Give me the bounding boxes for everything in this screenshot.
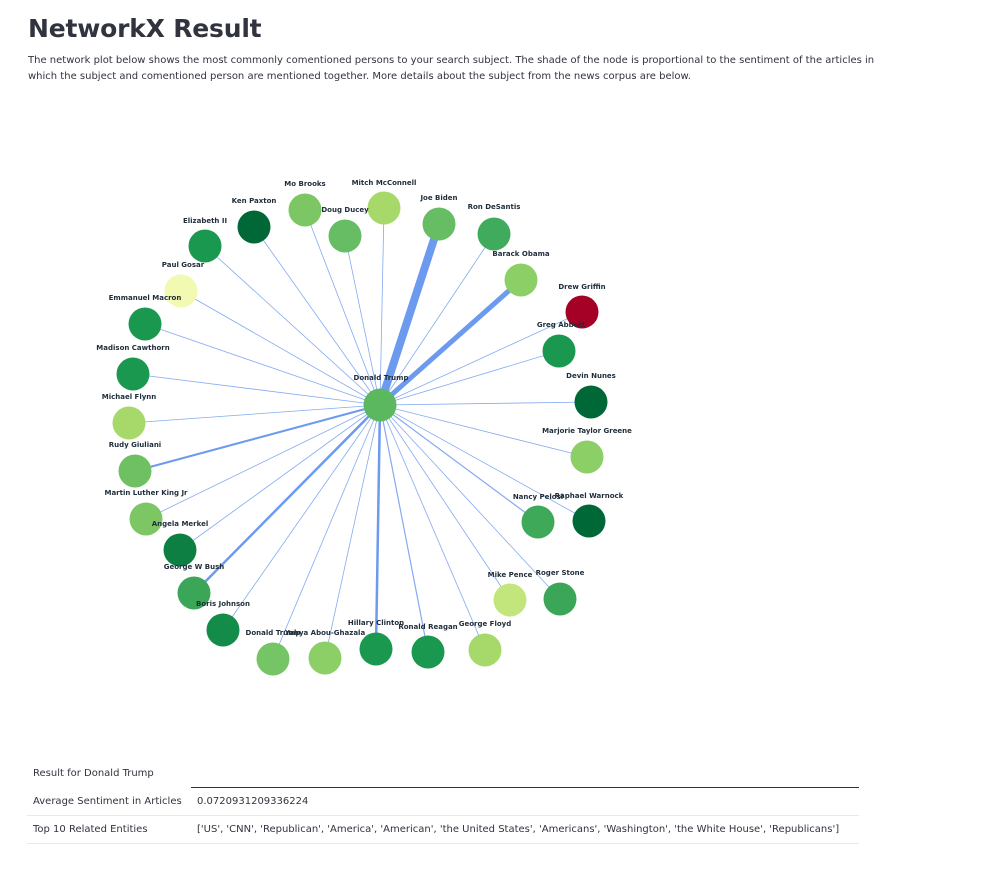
node-nancy-pelosi[interactable] (521, 505, 555, 539)
label-nancy-pelosi: Nancy Pelosi (513, 493, 563, 501)
label-george-floyd: George Floyd (459, 620, 512, 628)
table-header-value (191, 760, 859, 788)
label-greg-abbott: Greg Abbott (537, 321, 586, 329)
node-joe-biden[interactable] (422, 207, 456, 241)
node-emmanuel-macron[interactable] (128, 307, 162, 341)
edge-angela-merkel (179, 404, 381, 551)
row-key-related-entities: Top 10 Related Entities (27, 815, 191, 844)
edge-devin-nunes (379, 401, 592, 406)
row-key-average-sentiment: Average Sentiment in Articles (27, 787, 191, 816)
node-barack-obama[interactable] (504, 263, 538, 297)
node-greg-abbott[interactable] (542, 334, 576, 368)
label-ron-desantis: Ron DeSantis (468, 203, 521, 211)
edge-nancy-pelosi (379, 404, 539, 523)
edge-rudy-giuliani (134, 404, 381, 472)
edge-roger-stone (379, 404, 561, 600)
row-value-average-sentiment: 0.0720931209336224 (191, 787, 859, 816)
table-row: Top 10 Related Entities ['US', 'CNN', 'R… (27, 815, 859, 844)
label-madison-cawthorn: Madison Cawthorn (96, 344, 169, 352)
node-rudy-giuliani[interactable] (118, 454, 152, 488)
node-martin-luther-king-jr[interactable] (129, 502, 163, 536)
node-madison-cawthorn[interactable] (116, 357, 150, 391)
node-center-donald-trump[interactable] (363, 388, 397, 422)
label-ken-paxton: Ken Paxton (232, 197, 277, 205)
node-hillary-clinton[interactable] (359, 632, 393, 666)
label-martin-luther-king-jr: Martin Luther King Jr (104, 489, 188, 497)
label-ronald-reagan: Ronald Reagan (398, 623, 457, 631)
row-value-related-entities: ['US', 'CNN', 'Republican', 'America', '… (191, 815, 859, 844)
label-elizabeth-ii: Elizabeth II (183, 217, 227, 225)
table-header-key: Result for Donald Trump (33, 768, 154, 780)
node-donald-trump[interactable] (256, 642, 290, 676)
label-doug-ducey: Doug Ducey (321, 206, 369, 214)
label-roger-stone: Roger Stone (536, 569, 585, 577)
node-george-floyd[interactable] (468, 633, 502, 667)
table-header-row: Result for Donald Trump (27, 760, 859, 788)
node-michael-flynn[interactable] (112, 406, 146, 440)
label-rudy-giuliani: Rudy Giuliani (109, 441, 161, 449)
node-raphael-warnock[interactable] (572, 504, 606, 538)
label-angela-merkel: Angela Merkel (152, 520, 209, 528)
label-center-donald-trump: Donald Trump (354, 374, 409, 382)
label-boris-johnson: Boris Johnson (196, 600, 250, 608)
label-mike-pence: Mike Pence (488, 571, 533, 579)
node-doug-ducey[interactable] (328, 219, 362, 253)
node-boris-johnson[interactable] (206, 613, 240, 647)
label-devin-nunes: Devin Nunes (566, 372, 616, 380)
edge-madison-cawthorn (132, 373, 381, 406)
label-george-w-bush: George W Bush (164, 563, 225, 571)
label-paul-gosar: Paul Gosar (162, 261, 205, 269)
node-mike-pence[interactable] (493, 583, 527, 617)
label-raphael-warnock: Raphael Warnock (555, 492, 624, 500)
edge-boris-johnson (222, 404, 381, 631)
node-yahya-abou-ghazala[interactable] (308, 641, 342, 675)
node-roger-stone[interactable] (543, 582, 577, 616)
edge-hillary-clinton (374, 404, 382, 650)
edge-raphael-warnock (379, 404, 590, 522)
node-marjorie-taylor-greene[interactable] (570, 440, 604, 474)
node-ron-desantis[interactable] (477, 217, 511, 251)
edge-paul-gosar (180, 290, 381, 406)
edge-george-floyd (379, 404, 486, 651)
label-joe-biden: Joe Biden (419, 194, 457, 202)
label-marjorie-taylor-greene: Marjorie Taylor Greene (542, 427, 632, 435)
node-angela-merkel[interactable] (163, 533, 197, 567)
node-mo-brooks[interactable] (288, 193, 322, 227)
node-devin-nunes[interactable] (574, 385, 608, 419)
result-table: Result for Donald Trump Average Sentimen… (27, 760, 859, 844)
label-hillary-clinton: Hillary Clinton (348, 619, 404, 627)
label-michael-flynn: Michael Flynn (102, 393, 157, 401)
label-mitch-mcconnell: Mitch McConnell (352, 179, 417, 187)
table-row: Average Sentiment in Articles 0.07209312… (27, 787, 859, 816)
network-graph[interactable]: Joe Biden Ron DeSantis Barack Obama Drew Gr… (0, 0, 992, 872)
node-paul-gosar[interactable] (164, 274, 198, 308)
edge-emmanuel-macron (144, 323, 381, 406)
node-ken-paxton[interactable] (237, 210, 271, 244)
edge-michael-flynn (128, 404, 381, 424)
node-elizabeth-ii[interactable] (188, 229, 222, 263)
node-mitch-mcconnell[interactable] (367, 191, 401, 225)
label-barack-obama: Barack Obama (492, 250, 549, 258)
edge-martin-luther-king-jr (145, 404, 381, 520)
label-donald-trump: Donald Trump (246, 629, 301, 637)
edge-ronald-reagan (379, 404, 429, 653)
label-drew-griffin: Drew Griffin (558, 283, 605, 291)
label-emmanuel-macron: Emmanuel Macron (109, 294, 182, 302)
node-ronald-reagan[interactable] (411, 635, 445, 669)
label-mo-brooks: Mo Brooks (284, 180, 325, 188)
